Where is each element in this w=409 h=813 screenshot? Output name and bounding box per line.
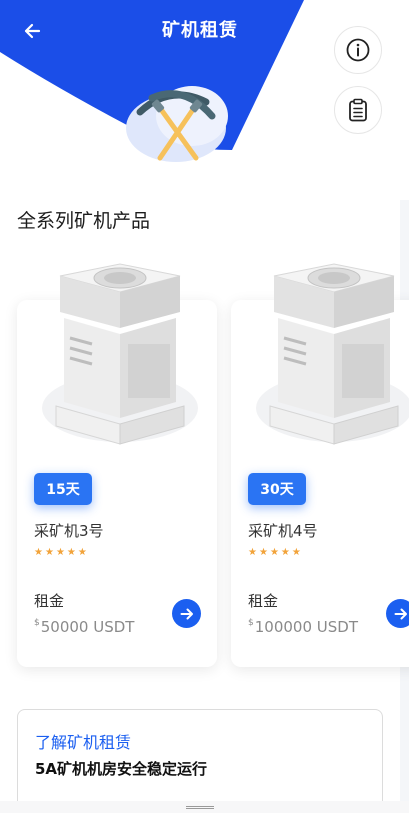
rent-label: 租金 <box>34 592 65 610</box>
star-icon: ★ <box>248 547 257 558</box>
about-rental-description: 5A矿机机房安全稳定运行 <box>35 760 208 778</box>
clipboard-icon <box>349 98 367 122</box>
star-icon: ★ <box>291 547 301 558</box>
currency-symbol: $ <box>34 618 40 628</box>
about-rental-link[interactable]: 了解矿机租赁 <box>35 729 131 753</box>
rent-price: $100000 USDT <box>248 618 358 636</box>
star-icon: ★ <box>269 547 279 558</box>
records-button[interactable] <box>334 86 382 134</box>
star-icon: ★ <box>280 547 290 558</box>
star-icon: ★ <box>66 547 76 558</box>
product-name: 采矿机4号 <box>248 522 318 540</box>
arrow-right-icon <box>180 608 193 619</box>
info-button[interactable] <box>334 26 382 74</box>
mining-machine-image <box>42 263 198 445</box>
rating-stars: ★ ★ ★ ★ ★ <box>248 547 301 559</box>
price-value: 50000 USDT <box>40 618 135 636</box>
mining-machine-image <box>256 263 409 445</box>
rent-label: 租金 <box>248 592 279 610</box>
arrow-right-icon <box>394 608 407 619</box>
duration-badge: 30天 <box>248 473 306 505</box>
rating-stars: ★ ★ ★ ★ ★ <box>34 547 87 559</box>
star-icon: ★ <box>34 547 43 558</box>
drag-handle[interactable] <box>186 806 214 809</box>
star-icon: ★ <box>55 547 65 558</box>
rent-go-button[interactable] <box>386 599 409 628</box>
currency-symbol: $ <box>248 618 254 628</box>
star-icon: ★ <box>44 547 54 558</box>
section-title: 全系列矿机产品 <box>17 210 151 232</box>
product-name: 采矿机3号 <box>34 522 104 540</box>
star-icon: ★ <box>258 547 268 558</box>
mining-rental-page: 矿机租赁 全系列矿机产品 15天 采矿机3号 ★ ★ ★ ★ ★ 租金 $500… <box>0 0 409 813</box>
duration-badge: 15天 <box>34 473 92 505</box>
crossed-pickaxes-icon <box>126 86 228 162</box>
rent-go-button[interactable] <box>172 599 201 628</box>
info-icon <box>346 38 370 62</box>
star-icon: ★ <box>77 547 87 558</box>
price-value: 100000 USDT <box>254 618 358 636</box>
rent-price: $50000 USDT <box>34 618 134 636</box>
about-rental-card: 了解矿机租赁 5A矿机机房安全稳定运行 <box>17 709 383 813</box>
